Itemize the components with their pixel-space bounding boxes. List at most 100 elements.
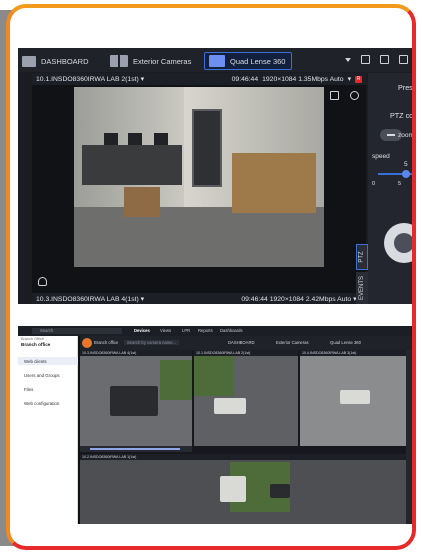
tab-exterior-cameras[interactable]: Exterior Cameras: [276, 340, 309, 345]
quad-layout-icon: [209, 55, 225, 67]
sidebar-item-web-clients[interactable]: Web clients: [24, 359, 47, 364]
viewer-app-bar: Branch office Search by camera name... D…: [80, 336, 412, 350]
video-scene: [340, 390, 370, 404]
camera-name-text: 10.3.INSDO8360IRWA LAB 4(1st): [36, 296, 139, 303]
cameras-layout-icon: [110, 55, 128, 67]
video-scene: [194, 356, 234, 396]
layout-grid-icon[interactable]: [361, 55, 370, 64]
tab-quad-lense-360[interactable]: Quad Lense 360: [204, 52, 293, 70]
sidebar-item-users-groups[interactable]: Users and Groups: [24, 373, 60, 378]
slider-max: 5: [398, 181, 402, 187]
tile-camera-name: 10.3.INSDO8360IRWA LAB 4(1st): [80, 350, 192, 356]
video-scene: [192, 109, 222, 187]
speed-value: 5: [404, 161, 408, 168]
console-top-bar: Search Devices Views LPR Reports Dashboa…: [18, 326, 412, 336]
breadcrumb[interactable]: Branch Office: [21, 337, 44, 341]
chevron-down-icon[interactable]: ▾: [348, 75, 351, 83]
camera-tile[interactable]: 10.4.INSDO8360IRWA LAB 3(1st): [300, 350, 410, 446]
video-scene: [270, 484, 290, 498]
ptz-controls-heading: PTZ contro: [390, 111, 414, 120]
nav-lpr[interactable]: LPR: [182, 328, 190, 333]
camera-tile[interactable]: 10.2.INSDO8360IRWA LAB 1(1st): [80, 454, 410, 524]
ptz-panel: Presets PTZ contro zoom speed 5 0 5: [368, 73, 414, 304]
presets-heading[interactable]: Presets: [398, 83, 412, 92]
tab-ptz[interactable]: PTZ: [356, 244, 368, 270]
camera-name[interactable]: 10.3.INSDO8360IRWA LAB 4(1st) ▾: [36, 295, 144, 303]
record-badge: R: [355, 75, 362, 83]
zoom-search-icon[interactable]: [350, 91, 359, 100]
tab-label: Quad Lense 360: [230, 56, 286, 66]
tile-camera-name: 10.2.INSDO8360IRWA LAB 1(1st): [80, 454, 410, 460]
camera-time: 09:46:44: [231, 75, 259, 83]
console-screenshot: Search Devices Views LPR Reports Dashboa…: [18, 326, 412, 524]
speed-label: speed: [372, 153, 390, 160]
chevron-down-icon: ▾: [140, 76, 145, 83]
video-scene: [160, 360, 192, 400]
sidebar-item-files[interactable]: Files: [24, 387, 33, 392]
camera-tile[interactable]: 10.3.INSDO8360IRWA LAB 4(1st): [80, 350, 192, 446]
tab-quad-lense-360[interactable]: Quad Lense 360: [330, 340, 361, 345]
device-frame: DASHBOARD Exterior Cameras Quad Lense 36…: [6, 4, 416, 550]
zoom-label: zoom: [398, 132, 414, 139]
nav-reports[interactable]: Reports: [198, 328, 213, 333]
page: DASHBOARD Exterior Cameras Quad Lense 36…: [0, 0, 422, 554]
camera-search-input[interactable]: Search by camera name...: [124, 340, 180, 345]
console-sidebar: Branch Office Branch office Web clients …: [18, 336, 78, 524]
sidebar-item-web-config[interactable]: Web configuration: [24, 401, 59, 406]
logo-icon: [82, 338, 92, 348]
video-scene: [220, 476, 246, 502]
bell-icon[interactable]: [38, 277, 47, 286]
chevron-down-icon[interactable]: [345, 58, 351, 62]
tab-dashboard[interactable]: DASHBOARD: [22, 52, 89, 70]
video-scene: [124, 187, 160, 217]
tile-camera-name: 10.4.INSDO8360IRWA LAB 3(1st): [300, 350, 410, 356]
video-scene: [74, 207, 324, 267]
nav-devices[interactable]: Devices: [134, 328, 150, 333]
tab-exterior-cameras[interactable]: Exterior Cameras: [110, 52, 191, 70]
camera-tile[interactable]: 10.1.INSDO8360IRWA LAB 2(1st): [194, 350, 298, 446]
tab-events[interactable]: EVENTS: [356, 272, 368, 304]
tab-label: DASHBOARD: [41, 56, 89, 66]
camera-header: 10.1.INSDO8360IRWA LAB 2(1st) ▾ 09:46:44…: [32, 73, 366, 85]
camera-time: 09:46:44: [241, 295, 268, 303]
video-scene: [154, 133, 168, 145]
video-scene: [128, 133, 142, 145]
speed-slider-handle[interactable]: [402, 170, 410, 178]
slider-min: 0: [372, 181, 376, 187]
console-search-input[interactable]: Search: [32, 328, 122, 334]
nav-dashboards[interactable]: Dashboards: [220, 328, 243, 333]
toolbar-icons: [345, 55, 408, 64]
video-scene: [232, 153, 316, 213]
video-scene: [82, 145, 182, 185]
snapshot-icon[interactable]: [330, 91, 339, 100]
embedded-viewer: Branch office Search by camera name... D…: [80, 336, 412, 524]
tab-label: Exterior Cameras: [133, 56, 192, 66]
dashboard-icon: [22, 55, 36, 67]
video-scene: [104, 133, 118, 145]
tab-label: PTZ: [359, 251, 365, 263]
playback-timeline[interactable]: [80, 446, 192, 452]
camera-stats: 1920×1084 2.42Mbps Auto: [269, 295, 352, 303]
chevron-down-icon: ▾: [140, 296, 145, 303]
camera-name-text: 10.1.INSDO8360IRWA LAB 2(1st): [36, 76, 139, 83]
video-scene: [110, 386, 158, 416]
camera-viewer-screenshot: DASHBOARD Exterior Cameras Quad Lense 36…: [18, 48, 414, 304]
fullscreen-icon[interactable]: [380, 55, 389, 64]
tab-label: EVENTS: [359, 275, 366, 301]
camera-video-feed[interactable]: [74, 87, 324, 267]
video-scene: [214, 398, 246, 414]
camera-header: 10.3.INSDO8360IRWA LAB 4(1st) ▾ 09:46:44…: [32, 293, 366, 304]
server-name: Branch office: [94, 340, 119, 345]
camera-name[interactable]: 10.1.INSDO8360IRWA LAB 2(1st) ▾: [36, 75, 144, 83]
camera-grid: 10.3.INSDO8360IRWA LAB 4(1st) 10.1.INSDO…: [80, 350, 410, 524]
ptz-joystick[interactable]: [384, 223, 412, 263]
tab-dashboard[interactable]: DASHBOARD: [228, 340, 255, 345]
sidebar-title: Branch office: [21, 342, 51, 347]
lock-icon[interactable]: [399, 55, 408, 64]
joystick-center-icon[interactable]: [394, 233, 412, 253]
thumbnail-strip[interactable]: [406, 350, 412, 524]
camera-stats: 1920×1084 1.35Mbps Auto: [262, 75, 344, 83]
camera-pane: 10.1.INSDO8360IRWA LAB 2(1st) ▾ 09:46:44…: [32, 73, 366, 304]
nav-views[interactable]: Views: [160, 328, 171, 333]
layout-tab-bar: DASHBOARD Exterior Cameras Quad Lense 36…: [18, 48, 412, 72]
